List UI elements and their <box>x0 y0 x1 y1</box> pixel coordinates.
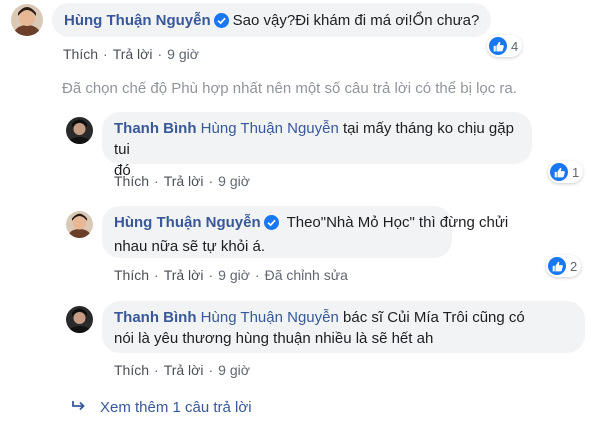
filter-notice: Đã chọn chế độ Phù hợp nhất nên một số c… <box>62 80 517 97</box>
like-link[interactable]: Thích <box>114 362 149 378</box>
reply-bubble: Hùng Thuận Nguyễn Theo"Nhà Mỏ Học" thì đ… <box>102 206 508 258</box>
mention[interactable]: Hùng Thuận Nguyễn <box>201 120 339 137</box>
comment-bubble: Hùng Thuận Nguyễn Sao vậy?Đi khám đi má ơ… <box>52 3 492 37</box>
reply-text-line2: nói là yêu thương hùng thuận nhiều là sẽ… <box>114 330 434 347</box>
reply-text-line1: bác sĩ Củi Mía Trôi cũng có <box>338 309 525 326</box>
like-icon <box>489 37 507 55</box>
timestamp[interactable]: 9 giờ <box>218 362 250 378</box>
reply-arrow-icon <box>72 399 86 416</box>
like-link[interactable]: Thích <box>63 46 98 62</box>
reply-bubble: Thanh Bình Hùng Thuận Nguyễn tại mấy thá… <box>102 112 532 179</box>
reply-actions: Thích · Trả lời · 9 giờ · Đã chỉnh sửa <box>114 267 348 283</box>
verified-icon <box>213 13 229 34</box>
edited-label[interactable]: Đã chỉnh sửa <box>265 267 348 283</box>
avatar-image <box>66 306 93 333</box>
reply-actions: Thích · Trả lời · 9 giờ <box>114 173 250 189</box>
reply-text-line2: nhau nữa sẽ tự khỏi á. <box>114 238 266 255</box>
see-more-replies[interactable]: Xem thêm 1 câu trả lời <box>72 399 252 416</box>
avatar-image <box>66 211 93 238</box>
reply-text-line1: Theo"Nhà Mỏ Học" thì đừng chửi <box>286 214 509 231</box>
avatar-thanh-binh[interactable] <box>66 306 93 333</box>
avatar-image <box>11 4 43 36</box>
timestamp[interactable]: 9 giờ <box>218 173 250 189</box>
reaction-number: 1 <box>572 164 580 180</box>
reply-bubble: Thanh Bình Hùng Thuận Nguyễn bác sĩ Củi … <box>102 301 585 353</box>
reply-actions: Thích · Trả lời · 9 giờ <box>114 362 250 378</box>
reply-author[interactable]: Hùng Thuận Nguyễn <box>114 214 261 231</box>
reply-author[interactable]: Thanh Bình <box>114 309 197 326</box>
avatar-hung-thuan[interactable] <box>11 4 43 36</box>
timestamp[interactable]: 9 giờ <box>167 46 199 62</box>
reaction-count[interactable]: 2 <box>546 255 582 277</box>
reaction-count[interactable]: 4 <box>487 35 523 57</box>
like-icon <box>548 257 566 275</box>
mention[interactable]: Hùng Thuận Nguyễn <box>201 309 339 326</box>
like-link[interactable]: Thích <box>114 267 149 283</box>
comment-actions: Thích · Trả lời · 9 giờ <box>63 46 199 62</box>
reaction-count[interactable]: 1 <box>548 161 584 183</box>
like-icon <box>550 163 568 181</box>
comment-author[interactable]: Hùng Thuận Nguyễn <box>64 12 211 29</box>
avatar-image <box>66 117 93 144</box>
reply-link[interactable]: Trả lời <box>164 362 204 378</box>
reply-author[interactable]: Thanh Bình <box>114 120 197 137</box>
verified-icon <box>263 215 279 236</box>
reply-link[interactable]: Trả lời <box>164 267 204 283</box>
avatar-hung-thuan[interactable] <box>66 211 93 238</box>
reply-link[interactable]: Trả lời <box>164 173 204 189</box>
see-more-label[interactable]: Xem thêm 1 câu trả lời <box>100 399 252 416</box>
timestamp[interactable]: 9 giờ <box>218 267 250 283</box>
reaction-number: 2 <box>570 258 578 274</box>
reaction-number: 4 <box>511 38 519 54</box>
reply-link[interactable]: Trả lời <box>113 46 153 62</box>
comment-text: Sao vậy?Đi khám đi má ơi!Ổn chưa? <box>232 12 480 29</box>
like-link[interactable]: Thích <box>114 173 149 189</box>
avatar-thanh-binh[interactable] <box>66 117 93 144</box>
